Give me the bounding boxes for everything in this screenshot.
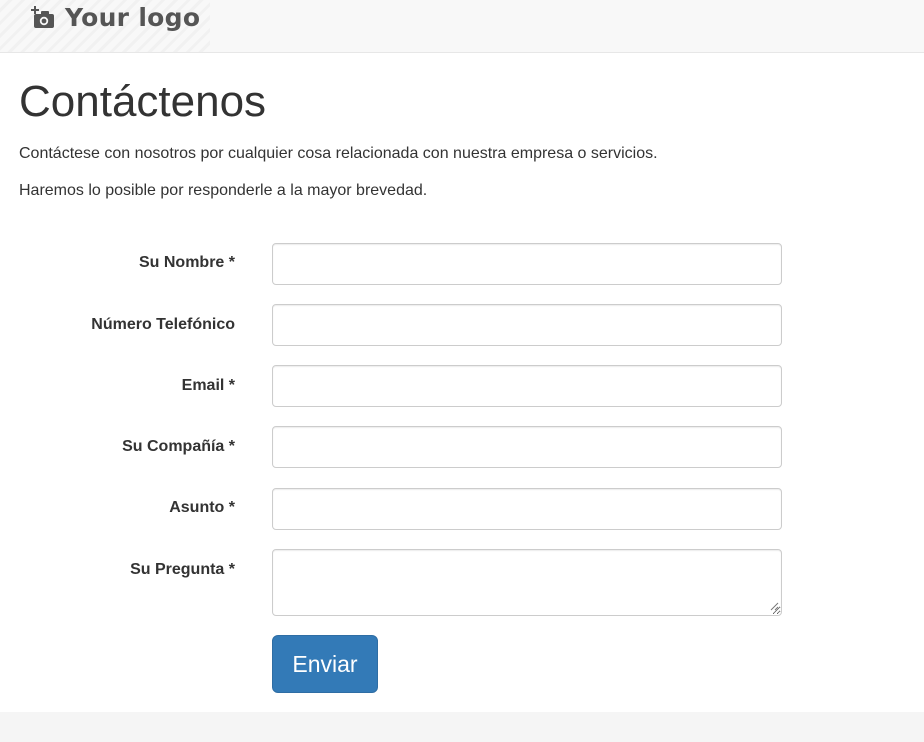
name-label: Su Nombre *: [138, 254, 235, 271]
company-input[interactable]: [272, 426, 782, 468]
footer-bar: [0, 712, 924, 742]
intro-text: Haremos lo posible por responderle a la …: [19, 182, 428, 199]
question-label: Su Pregunta *: [130, 561, 235, 578]
contact-page: Your logo Contáctenos Contáctese con nos…: [0, 0, 924, 742]
phone-label: Número Telefónico: [91, 316, 235, 333]
page-title: Contáctenos: [19, 77, 267, 126]
submit-button[interactable]: Enviar: [272, 635, 378, 693]
intro-text: Contáctese con nosotros por cualquier co…: [19, 145, 658, 162]
company-label: Su Compañía *: [122, 438, 235, 455]
logo-link[interactable]: Your logo: [30, 3, 200, 32]
header-bar: Your logo: [0, 0, 924, 53]
phone-input[interactable]: [272, 304, 782, 346]
email-label: Email *: [181, 377, 235, 394]
camera-plus-icon: [31, 5, 54, 28]
logo-text: Your logo: [65, 3, 201, 32]
subject-input[interactable]: [272, 488, 782, 530]
question-textarea[interactable]: [272, 549, 782, 616]
name-input[interactable]: [272, 243, 782, 285]
logo-area: Your logo: [0, 0, 210, 52]
subject-label: Asunto *: [169, 499, 235, 516]
email-input[interactable]: [272, 365, 782, 407]
